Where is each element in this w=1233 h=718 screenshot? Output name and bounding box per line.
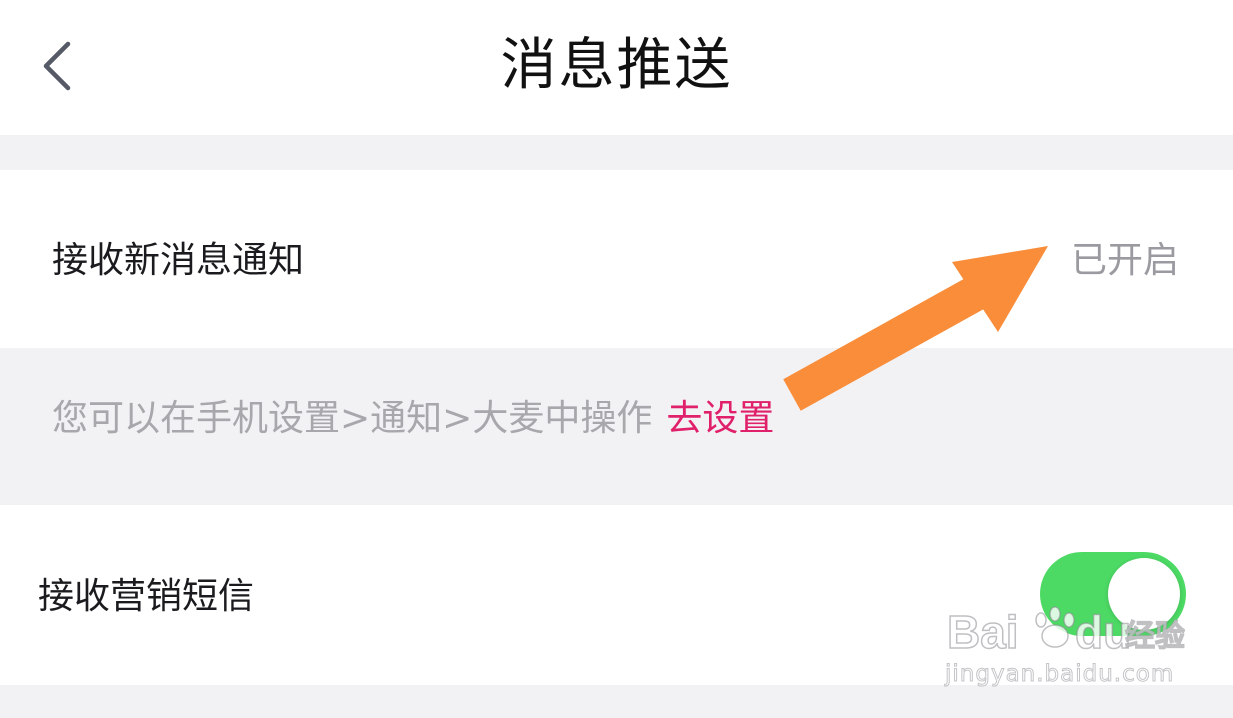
marketing-sms-toggle[interactable]: [1040, 552, 1186, 636]
nav-header: 消息推送: [0, 0, 1233, 135]
hint-text: 您可以在手机设置>通知>大麦中操作: [52, 398, 653, 439]
new-message-notification-label: 接收新消息通知: [52, 240, 305, 281]
go-settings-link[interactable]: 去设置: [666, 398, 774, 439]
page-title: 消息推送: [500, 33, 733, 98]
notification-status-text[interactable]: 已开启: [1071, 239, 1179, 283]
toggle-knob: [1108, 558, 1180, 630]
hint-line: 您可以在手机设置>通知>大麦中操作 去设置: [52, 396, 774, 442]
settings-page: 消息推送 接收新消息通知 已开启 您可以在手机设置>通知>大麦中操作 去设置 接收…: [0, 0, 1233, 718]
marketing-sms-label: 接收营销短信: [38, 576, 255, 617]
